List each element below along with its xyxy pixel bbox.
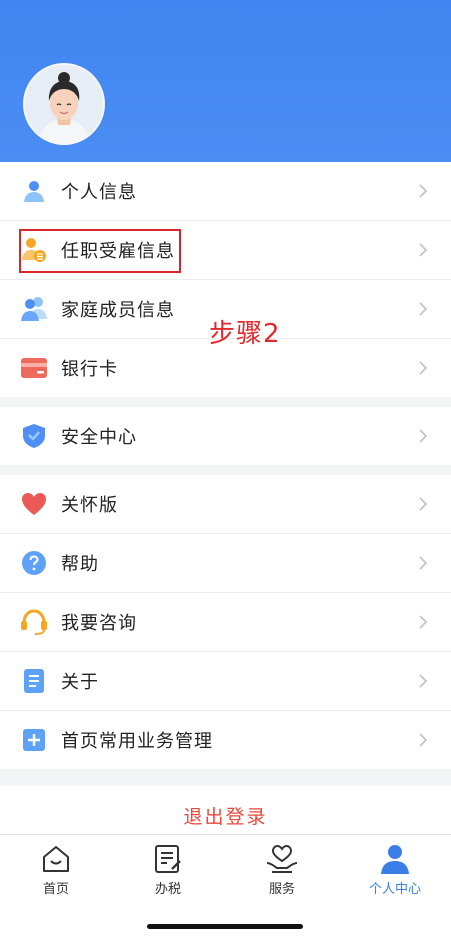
tab-label: 个人中心 [368,882,421,897]
menu-item-label: 个人信息 [61,182,137,203]
shield-icon [20,422,48,450]
chevron-right-icon [419,615,428,629]
bank-card-icon [20,354,48,382]
tab-label: 办税 [154,882,181,897]
menu-item-personal-info[interactable]: 个人信息 [0,162,451,221]
step-annotation: 步骤2 [209,319,281,349]
menu-item-help[interactable]: 帮助 [0,534,451,593]
menu-item-label: 我要咨询 [61,613,137,634]
service-icon [266,844,298,873]
logout-label: 退出登录 [183,805,268,828]
chevron-right-icon [419,429,428,443]
chevron-right-icon [419,674,428,688]
menu-group-other: 关怀版 帮助 我要咨询 关于 首页常用业务管理 [0,475,451,769]
tab-label: 服务 [268,882,295,897]
tab-personal-center[interactable]: 个人中心 [339,843,451,903]
menu-item-about[interactable]: 关于 [0,652,451,711]
menu-item-label: 关怀版 [61,495,118,516]
menu-item-label: 任职受雇信息 [61,241,175,262]
tab-service[interactable]: 服务 [226,843,338,903]
chevron-right-icon [419,302,428,316]
plus-box-icon [20,726,48,754]
menu-item-label: 关于 [61,672,99,693]
person-icon [20,177,48,205]
menu-item-label: 首页常用业务管理 [61,731,213,752]
help-icon [20,549,48,577]
headset-icon [20,608,48,636]
menu-item-label: 帮助 [61,554,99,575]
tab-home[interactable]: 首页 [0,843,112,903]
menu-item-homepage-business-manage[interactable]: 首页常用业务管理 [0,711,451,769]
user-avatar-icon [25,65,103,143]
menu-item-label: 银行卡 [61,359,118,380]
logout-button[interactable]: 退出登录 [0,786,451,834]
family-icon [20,295,48,323]
chevron-right-icon [419,733,428,747]
chevron-right-icon [419,184,428,198]
menu-group-security: 安全中心 [0,407,451,465]
menu-item-care-version[interactable]: 关怀版 [0,475,451,534]
menu-item-security-center[interactable]: 安全中心 [0,407,451,465]
person-center-icon [381,845,409,874]
menu-item-employment-info[interactable]: 任职受雇信息 [0,221,451,280]
tab-tax[interactable]: 办税 [112,843,224,903]
menu-item-consult[interactable]: 我要咨询 [0,593,451,652]
menu-item-label: 安全中心 [61,427,137,448]
chevron-right-icon [419,361,428,375]
tax-icon [155,845,181,873]
document-icon [20,667,48,695]
avatar[interactable] [23,63,105,145]
heart-icon [20,490,48,518]
chevron-right-icon [419,243,428,257]
profile-header [0,0,451,162]
menu-group-personal: 个人信息 任职受雇信息 家庭成员信息 银行卡 [0,162,451,397]
chevron-right-icon [419,497,428,511]
home-indicator [147,924,303,929]
employment-icon [20,236,48,264]
tab-label: 首页 [42,882,69,897]
menu-item-label: 家庭成员信息 [61,300,175,321]
chevron-right-icon [419,556,428,570]
home-icon [43,846,69,872]
